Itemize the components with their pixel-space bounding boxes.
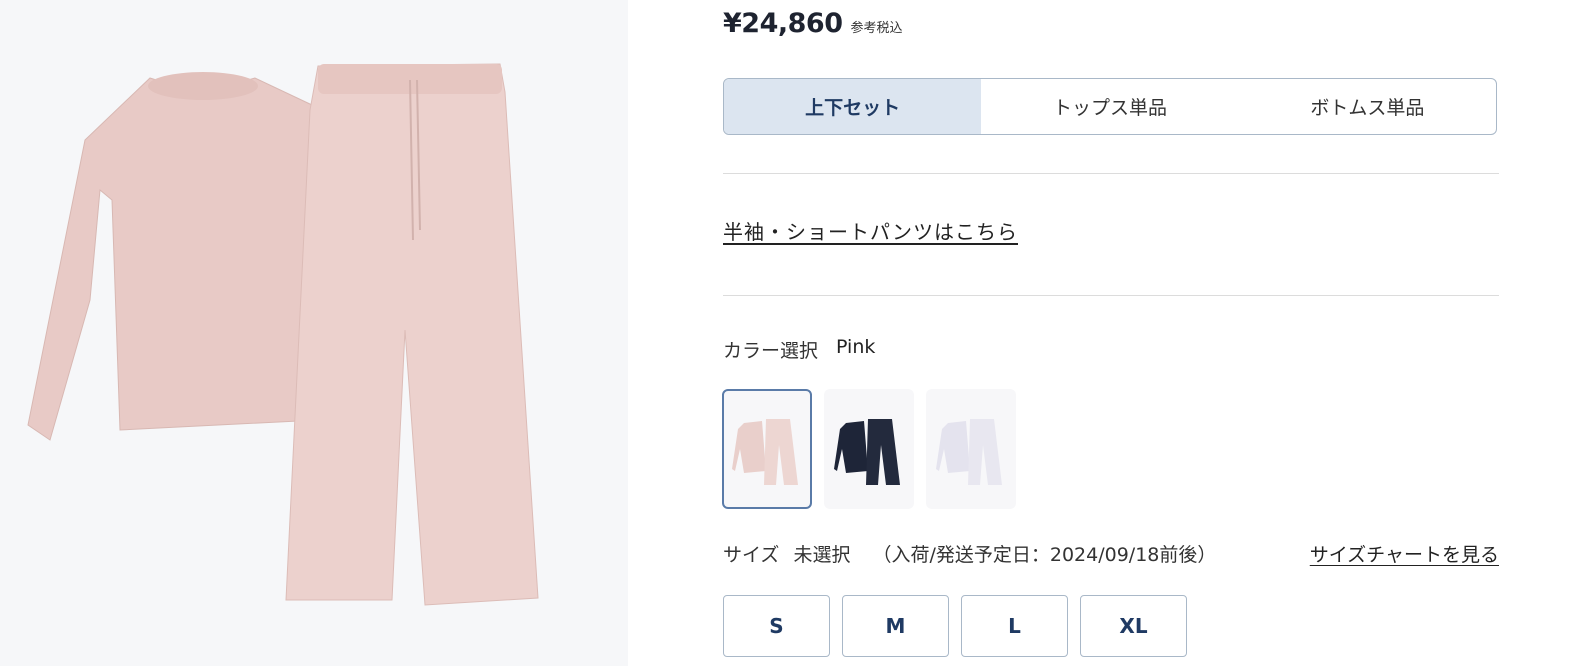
swatch-lavender[interactable] xyxy=(926,389,1016,509)
pajama-set-illustration xyxy=(27,63,539,606)
size-button-s[interactable]: S xyxy=(723,595,830,657)
product-image xyxy=(0,0,628,666)
pink-set-thumbnail xyxy=(732,419,798,485)
price-value: ¥24,860 xyxy=(723,8,843,39)
size-status: 未選択 xyxy=(793,544,851,566)
tab-bottoms-only[interactable]: ボトムス単品 xyxy=(1239,79,1496,134)
tab-top-bottom-set[interactable]: 上下セット xyxy=(724,79,982,134)
price-tax-note: 参考税込 xyxy=(850,21,903,36)
divider xyxy=(723,173,1499,174)
navy-set-thumbnail xyxy=(834,419,900,485)
color-label: カラー選択 xyxy=(723,340,819,362)
divider xyxy=(723,295,1499,296)
shipping-date-note: （入荷/発送予定日：2024/09/18前後） xyxy=(872,544,1217,566)
size-button-l[interactable]: L xyxy=(961,595,1068,657)
set-type-selector: 上下セット トップス単品 ボトムス単品 xyxy=(723,78,1497,135)
swatch-pink[interactable] xyxy=(722,389,812,509)
size-options: S M L XL xyxy=(723,595,1187,657)
size-label: サイズ xyxy=(723,544,780,566)
selected-color: Pink xyxy=(836,336,876,358)
short-sleeve-link[interactable]: 半袖・ショートパンツはこちら xyxy=(723,216,1018,245)
color-selection-label: カラー選択 Pink xyxy=(723,336,875,363)
price: ¥24,860 参考税込 xyxy=(723,8,903,48)
size-chart-link[interactable]: サイズチャートを見る xyxy=(1310,540,1499,567)
color-swatches xyxy=(722,389,1016,509)
size-button-xl[interactable]: XL xyxy=(1080,595,1187,657)
lavender-set-thumbnail xyxy=(936,419,1002,485)
size-button-m[interactable]: M xyxy=(842,595,949,657)
tab-tops-only[interactable]: トップス単品 xyxy=(981,79,1238,134)
swatch-navy[interactable] xyxy=(824,389,914,509)
size-selection-label: サイズ 未選択 （入荷/発送予定日：2024/09/18前後） サイズチャートを… xyxy=(723,540,1499,567)
